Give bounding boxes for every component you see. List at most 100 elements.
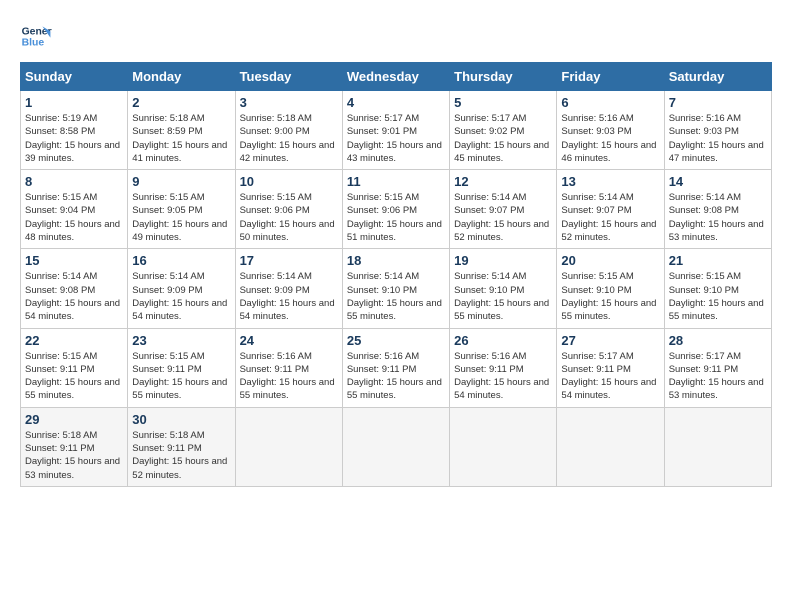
header-monday: Monday <box>128 63 235 91</box>
day-cell: 5 Sunrise: 5:17 AMSunset: 9:02 PMDaylight… <box>450 91 557 170</box>
day-info: Sunrise: 5:17 AMSunset: 9:11 PMDaylight:… <box>669 350 767 403</box>
day-number: 26 <box>454 333 552 348</box>
day-info: Sunrise: 5:17 AMSunset: 9:11 PMDaylight:… <box>561 350 659 403</box>
day-cell: 30Sunrise: 5:18 AMSunset: 9:11 PMDayligh… <box>128 407 235 486</box>
day-number: 21 <box>669 253 767 268</box>
day-info: Sunrise: 5:18 AMSunset: 9:11 PMDaylight:… <box>132 429 230 482</box>
day-number: 14 <box>669 174 767 189</box>
header-sunday: Sunday <box>21 63 128 91</box>
day-cell <box>342 407 449 486</box>
day-number: 12 <box>454 174 552 189</box>
day-cell: 21Sunrise: 5:15 AMSunset: 9:10 PMDayligh… <box>664 249 771 328</box>
day-info: Sunrise: 5:14 AMSunset: 9:07 PMDaylight:… <box>561 191 659 244</box>
day-cell: 8 Sunrise: 5:15 AMSunset: 9:04 PMDaylight… <box>21 170 128 249</box>
day-cell: 16 Sunrise: 5:14 AMSunset: 9:09 PMDayligh… <box>128 249 235 328</box>
day-number: 13 <box>561 174 659 189</box>
day-info: Sunrise: 5:15 AMSunset: 9:10 PMDaylight:… <box>561 270 659 323</box>
day-info: Sunrise: 5:15 AMSunset: 9:11 PMDaylight:… <box>132 350 230 403</box>
day-cell: 23 Sunrise: 5:15 AMSunset: 9:11 PMDayligh… <box>128 328 235 407</box>
day-cell: 18 Sunrise: 5:14 AMSunset: 9:10 PMDayligh… <box>342 249 449 328</box>
day-cell <box>235 407 342 486</box>
page-header: General Blue <box>20 20 772 52</box>
day-info: Sunrise: 5:15 AMSunset: 9:04 PMDaylight:… <box>25 191 123 244</box>
day-cell: 22Sunrise: 5:15 AMSunset: 9:11 PMDayligh… <box>21 328 128 407</box>
day-cell: 20 Sunrise: 5:15 AMSunset: 9:10 PMDayligh… <box>557 249 664 328</box>
day-number: 6 <box>561 95 659 110</box>
day-cell: 6 Sunrise: 5:16 AMSunset: 9:03 PMDaylight… <box>557 91 664 170</box>
day-number: 20 <box>561 253 659 268</box>
day-cell: 7Sunrise: 5:16 AMSunset: 9:03 PMDaylight… <box>664 91 771 170</box>
day-info: Sunrise: 5:15 AMSunset: 9:06 PMDaylight:… <box>240 191 338 244</box>
logo-icon: General Blue <box>20 20 52 52</box>
day-number: 2 <box>132 95 230 110</box>
day-info: Sunrise: 5:18 AMSunset: 9:00 PMDaylight:… <box>240 112 338 165</box>
day-number: 27 <box>561 333 659 348</box>
header-row: SundayMondayTuesdayWednesdayThursdayFrid… <box>21 63 772 91</box>
header-wednesday: Wednesday <box>342 63 449 91</box>
day-info: Sunrise: 5:18 AMSunset: 8:59 PMDaylight:… <box>132 112 230 165</box>
day-info: Sunrise: 5:19 AMSunset: 8:58 PMDaylight:… <box>25 112 123 165</box>
day-cell: 17Sunrise: 5:14 AMSunset: 9:09 PMDayligh… <box>235 249 342 328</box>
day-number: 17 <box>240 253 338 268</box>
week-row-5: 29 Sunrise: 5:18 AMSunset: 9:11 PMDayligh… <box>21 407 772 486</box>
day-number: 4 <box>347 95 445 110</box>
day-number: 24 <box>240 333 338 348</box>
day-cell: 10 Sunrise: 5:15 AMSunset: 9:06 PMDayligh… <box>235 170 342 249</box>
day-number: 11 <box>347 174 445 189</box>
day-cell: 15Sunrise: 5:14 AMSunset: 9:08 PMDayligh… <box>21 249 128 328</box>
day-cell <box>450 407 557 486</box>
day-number: 8 <box>25 174 123 189</box>
day-cell: 14 Sunrise: 5:14 AMSunset: 9:08 PMDayligh… <box>664 170 771 249</box>
day-number: 16 <box>132 253 230 268</box>
week-row-2: 8 Sunrise: 5:15 AMSunset: 9:04 PMDaylight… <box>21 170 772 249</box>
day-cell: 1 Sunrise: 5:19 AMSunset: 8:58 PMDaylight… <box>21 91 128 170</box>
day-info: Sunrise: 5:16 AMSunset: 9:11 PMDaylight:… <box>454 350 552 403</box>
day-info: Sunrise: 5:14 AMSunset: 9:08 PMDaylight:… <box>25 270 123 323</box>
day-number: 7 <box>669 95 767 110</box>
day-info: Sunrise: 5:15 AMSunset: 9:05 PMDaylight:… <box>132 191 230 244</box>
day-cell: 13 Sunrise: 5:14 AMSunset: 9:07 PMDayligh… <box>557 170 664 249</box>
day-number: 23 <box>132 333 230 348</box>
day-info: Sunrise: 5:14 AMSunset: 9:10 PMDaylight:… <box>347 270 445 323</box>
day-cell: 11 Sunrise: 5:15 AMSunset: 9:06 PMDayligh… <box>342 170 449 249</box>
day-number: 9 <box>132 174 230 189</box>
day-number: 5 <box>454 95 552 110</box>
calendar-table: SundayMondayTuesdayWednesdayThursdayFrid… <box>20 62 772 487</box>
day-info: Sunrise: 5:15 AMSunset: 9:06 PMDaylight:… <box>347 191 445 244</box>
day-cell: 3 Sunrise: 5:18 AMSunset: 9:00 PMDaylight… <box>235 91 342 170</box>
day-number: 3 <box>240 95 338 110</box>
day-cell: 24 Sunrise: 5:16 AMSunset: 9:11 PMDayligh… <box>235 328 342 407</box>
header-saturday: Saturday <box>664 63 771 91</box>
day-info: Sunrise: 5:17 AMSunset: 9:02 PMDaylight:… <box>454 112 552 165</box>
day-cell <box>664 407 771 486</box>
day-cell <box>557 407 664 486</box>
day-info: Sunrise: 5:16 AMSunset: 9:11 PMDaylight:… <box>347 350 445 403</box>
day-cell: 27 Sunrise: 5:17 AMSunset: 9:11 PMDayligh… <box>557 328 664 407</box>
day-cell: 19Sunrise: 5:14 AMSunset: 9:10 PMDayligh… <box>450 249 557 328</box>
svg-text:Blue: Blue <box>22 38 45 49</box>
day-cell: 2 Sunrise: 5:18 AMSunset: 8:59 PMDaylight… <box>128 91 235 170</box>
day-cell: 12Sunrise: 5:14 AMSunset: 9:07 PMDayligh… <box>450 170 557 249</box>
day-info: Sunrise: 5:14 AMSunset: 9:09 PMDaylight:… <box>132 270 230 323</box>
day-cell: 25Sunrise: 5:16 AMSunset: 9:11 PMDayligh… <box>342 328 449 407</box>
day-info: Sunrise: 5:16 AMSunset: 9:11 PMDaylight:… <box>240 350 338 403</box>
day-cell: 28 Sunrise: 5:17 AMSunset: 9:11 PMDayligh… <box>664 328 771 407</box>
logo: General Blue <box>20 20 52 52</box>
week-row-4: 22Sunrise: 5:15 AMSunset: 9:11 PMDayligh… <box>21 328 772 407</box>
day-info: Sunrise: 5:14 AMSunset: 9:10 PMDaylight:… <box>454 270 552 323</box>
header-thursday: Thursday <box>450 63 557 91</box>
day-number: 18 <box>347 253 445 268</box>
day-info: Sunrise: 5:16 AMSunset: 9:03 PMDaylight:… <box>561 112 659 165</box>
day-number: 29 <box>25 412 123 427</box>
day-info: Sunrise: 5:17 AMSunset: 9:01 PMDaylight:… <box>347 112 445 165</box>
week-row-3: 15Sunrise: 5:14 AMSunset: 9:08 PMDayligh… <box>21 249 772 328</box>
day-number: 28 <box>669 333 767 348</box>
day-cell: 4 Sunrise: 5:17 AMSunset: 9:01 PMDaylight… <box>342 91 449 170</box>
day-info: Sunrise: 5:14 AMSunset: 9:08 PMDaylight:… <box>669 191 767 244</box>
day-number: 10 <box>240 174 338 189</box>
day-cell: 26 Sunrise: 5:16 AMSunset: 9:11 PMDayligh… <box>450 328 557 407</box>
day-cell: 29 Sunrise: 5:18 AMSunset: 9:11 PMDayligh… <box>21 407 128 486</box>
day-number: 1 <box>25 95 123 110</box>
day-cell: 9 Sunrise: 5:15 AMSunset: 9:05 PMDaylight… <box>128 170 235 249</box>
day-info: Sunrise: 5:18 AMSunset: 9:11 PMDaylight:… <box>25 429 123 482</box>
